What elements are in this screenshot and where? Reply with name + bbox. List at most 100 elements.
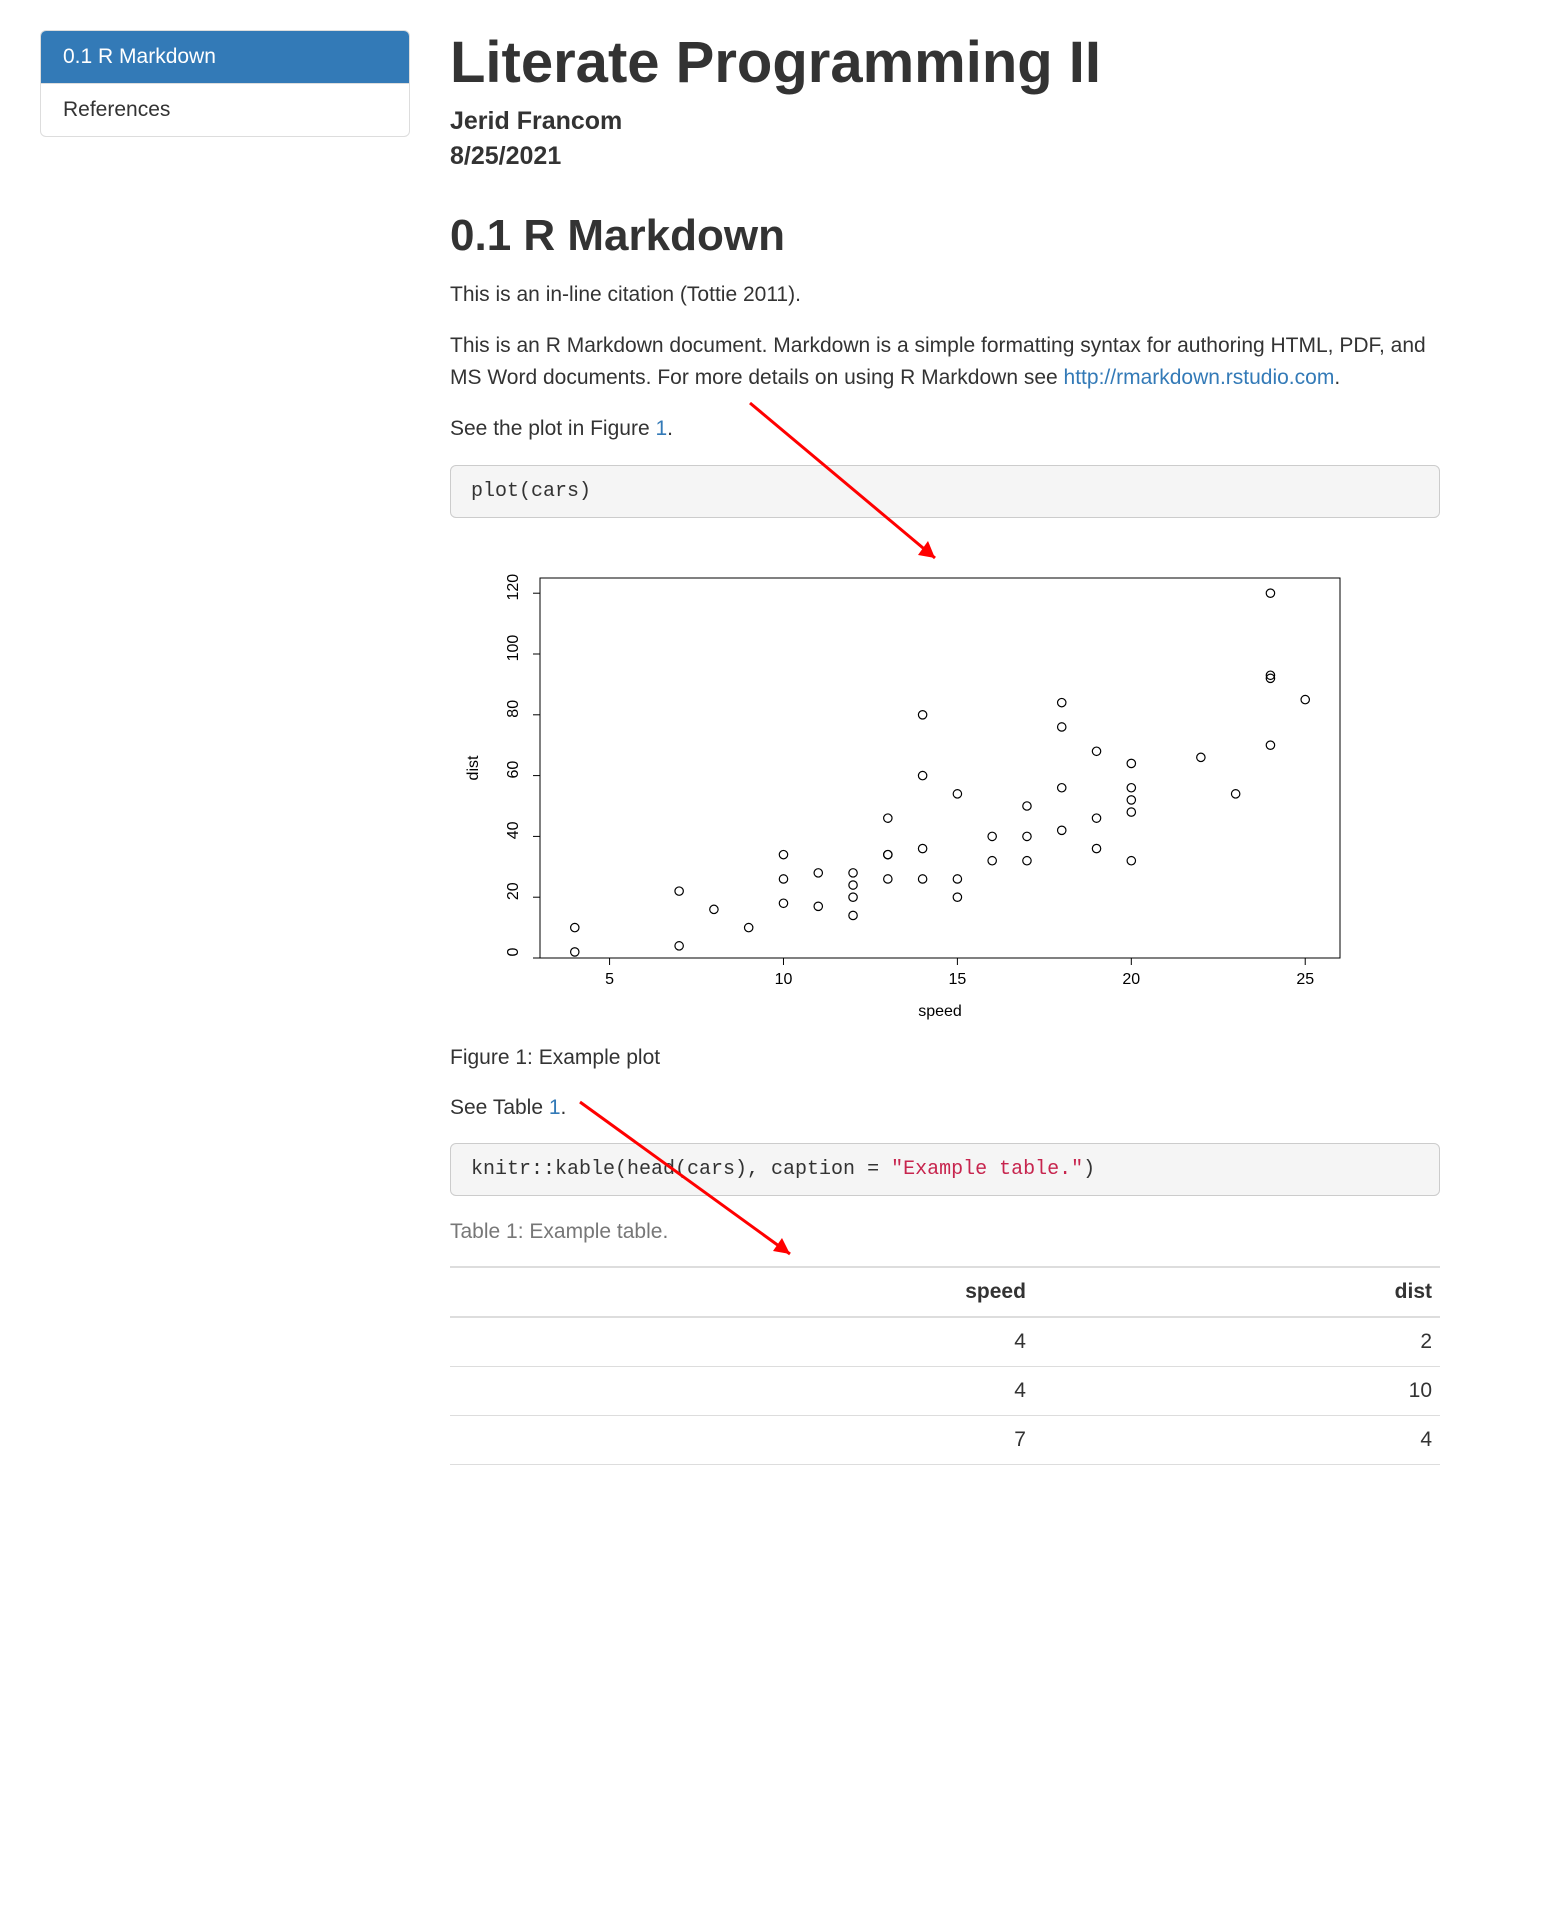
x-tick-label: 10 bbox=[775, 971, 793, 988]
data-point bbox=[988, 832, 996, 840]
figure-caption: Figure 1: Example plot bbox=[450, 1046, 1440, 1070]
data-point bbox=[1092, 844, 1100, 852]
data-point bbox=[814, 902, 822, 910]
y-tick-label: 80 bbox=[505, 699, 522, 717]
data-point bbox=[918, 710, 926, 718]
y-tick-label: 60 bbox=[505, 760, 522, 778]
data-point bbox=[571, 923, 579, 931]
data-point bbox=[884, 874, 892, 882]
table-row: 410 bbox=[450, 1367, 1440, 1416]
data-point bbox=[918, 874, 926, 882]
data-point bbox=[918, 771, 926, 779]
see-table-paragraph: See Table 1. bbox=[450, 1092, 1440, 1124]
data-point bbox=[849, 893, 857, 901]
data-point bbox=[1058, 698, 1066, 706]
data-point bbox=[779, 850, 787, 858]
data-point bbox=[849, 911, 857, 919]
code-text: plot(cars) bbox=[471, 480, 591, 503]
table-cell: 4 bbox=[1034, 1416, 1440, 1465]
y-axis-label: dist bbox=[465, 755, 482, 780]
table-cell: 4 bbox=[450, 1317, 1034, 1367]
table-row: 42 bbox=[450, 1317, 1440, 1367]
code-pre: knitr::kable(head(cars), caption = bbox=[471, 1158, 891, 1181]
table-of-contents: 0.1 R Markdown References bbox=[40, 30, 410, 137]
table-cell: 2 bbox=[1034, 1317, 1440, 1367]
table-header-row: speed dist bbox=[450, 1267, 1440, 1317]
data-point bbox=[779, 899, 787, 907]
see-figure-paragraph: See the plot in Figure 1. bbox=[450, 413, 1440, 445]
x-tick-label: 5 bbox=[605, 971, 614, 988]
rmarkdown-link[interactable]: http://rmarkdown.rstudio.com bbox=[1064, 366, 1335, 389]
figure-1: 5 10 15 20 25 0 20 40 60 80 100 120 speed dist bbox=[450, 558, 1440, 1028]
intro-text-post: . bbox=[1334, 366, 1340, 389]
data-point bbox=[1266, 589, 1274, 597]
data-point bbox=[918, 844, 926, 852]
data-point bbox=[953, 893, 961, 901]
data-point bbox=[1231, 789, 1239, 797]
y-tick-label: 0 bbox=[505, 947, 522, 956]
x-tick-label: 25 bbox=[1296, 971, 1314, 988]
figure-ref-link[interactable]: 1 bbox=[655, 417, 667, 440]
data-point bbox=[675, 887, 683, 895]
code-post: ) bbox=[1083, 1158, 1095, 1181]
data-point bbox=[1092, 814, 1100, 822]
y-tick-label: 120 bbox=[505, 573, 522, 600]
data-point bbox=[744, 923, 752, 931]
data-point bbox=[1058, 783, 1066, 791]
data-point bbox=[1058, 826, 1066, 834]
data-point bbox=[849, 868, 857, 876]
data-point bbox=[953, 789, 961, 797]
table-caption: Table 1: Example table. bbox=[450, 1220, 1440, 1244]
intro-paragraph: This is an R Markdown document. Markdown… bbox=[450, 330, 1440, 393]
data-point bbox=[849, 881, 857, 889]
data-point bbox=[1127, 856, 1135, 864]
data-point bbox=[710, 905, 718, 913]
data-point bbox=[988, 856, 996, 864]
citation-paragraph: This is an in-line citation (Tottie 2011… bbox=[450, 279, 1440, 311]
data-point bbox=[1023, 801, 1031, 809]
data-point bbox=[1023, 832, 1031, 840]
data-point bbox=[1266, 741, 1274, 749]
data-point bbox=[884, 850, 892, 858]
example-table: speed dist 4241074 bbox=[450, 1266, 1440, 1465]
data-point bbox=[1092, 747, 1100, 755]
data-point bbox=[1127, 783, 1135, 791]
col-header-dist: dist bbox=[1034, 1267, 1440, 1317]
table-row: 74 bbox=[450, 1416, 1440, 1465]
scatter-plot: 5 10 15 20 25 0 20 40 60 80 100 120 speed dist bbox=[450, 558, 1360, 1028]
data-point bbox=[1197, 753, 1205, 761]
data-point bbox=[884, 814, 892, 822]
toc-item-references[interactable]: References bbox=[41, 84, 409, 136]
section-heading: 0.1 R Markdown bbox=[450, 211, 1440, 261]
data-point bbox=[1127, 808, 1135, 816]
data-point bbox=[1023, 856, 1031, 864]
y-tick-label: 20 bbox=[505, 882, 522, 900]
data-point bbox=[571, 947, 579, 955]
table-cell: 10 bbox=[1034, 1367, 1440, 1416]
see-figure-pre: See the plot in Figure bbox=[450, 417, 655, 440]
data-point bbox=[1058, 722, 1066, 730]
y-tick-label: 40 bbox=[505, 821, 522, 839]
see-table-post: . bbox=[561, 1096, 567, 1119]
see-figure-post: . bbox=[667, 417, 673, 440]
x-axis-label: speed bbox=[918, 1003, 962, 1020]
x-tick-label: 20 bbox=[1122, 971, 1140, 988]
y-tick-label: 100 bbox=[505, 634, 522, 661]
see-table-pre: See Table bbox=[450, 1096, 549, 1119]
code-string: "Example table." bbox=[891, 1158, 1083, 1181]
table-cell: 4 bbox=[450, 1367, 1034, 1416]
date: 8/25/2021 bbox=[450, 142, 1440, 171]
data-point bbox=[1127, 759, 1135, 767]
data-point bbox=[1127, 795, 1135, 803]
data-point bbox=[675, 941, 683, 949]
table-ref-link[interactable]: 1 bbox=[549, 1096, 561, 1119]
code-block-kable: knitr::kable(head(cars), caption = "Exam… bbox=[450, 1143, 1440, 1196]
table-cell: 7 bbox=[450, 1416, 1034, 1465]
toc-item-r-markdown[interactable]: 0.1 R Markdown bbox=[41, 31, 409, 84]
x-tick-label: 15 bbox=[948, 971, 966, 988]
code-block-plot: plot(cars) bbox=[450, 465, 1440, 518]
author: Jerid Francom bbox=[450, 107, 1440, 136]
plot-frame bbox=[540, 578, 1340, 958]
data-point bbox=[779, 874, 787, 882]
main-content: Literate Programming II Jerid Francom 8/… bbox=[450, 30, 1440, 1465]
